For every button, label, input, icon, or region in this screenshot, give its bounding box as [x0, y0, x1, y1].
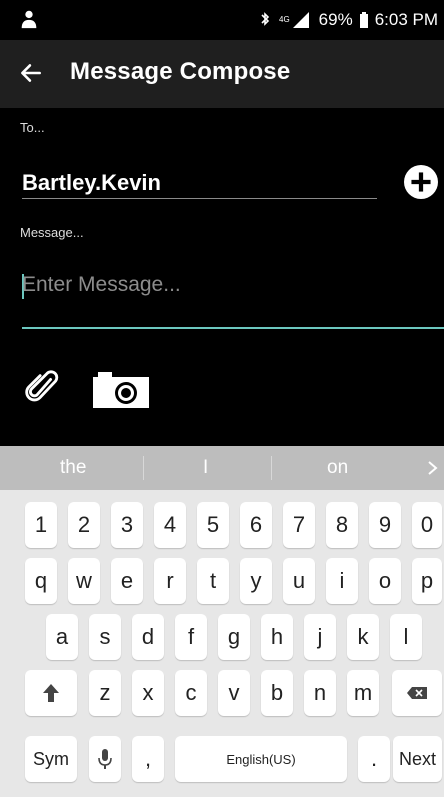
suggestion-1[interactable]: the [60, 457, 86, 479]
battery-icon [359, 12, 368, 28]
key-t[interactable]: t [197, 558, 229, 604]
key-7[interactable]: 7 [283, 502, 315, 548]
message-label: Message... [20, 225, 84, 240]
key-y[interactable]: y [240, 558, 272, 604]
key-l[interactable]: l [390, 614, 422, 660]
suggestion-2[interactable]: I [203, 457, 208, 479]
key-i[interactable]: i [326, 558, 358, 604]
key-h[interactable]: h [261, 614, 293, 660]
battery-percent: 69% [318, 10, 353, 29]
key-d[interactable]: d [132, 614, 164, 660]
key-q[interactable]: q [25, 558, 57, 604]
key-k[interactable]: k [347, 614, 379, 660]
key-4[interactable]: 4 [154, 502, 186, 548]
suggestion-3[interactable]: on [327, 457, 348, 479]
key-f[interactable]: f [175, 614, 207, 660]
key-8[interactable]: 8 [326, 502, 358, 548]
compose-form: To... Bartley.Kevin Message... Enter Mes… [0, 108, 444, 446]
key-r[interactable]: r [154, 558, 186, 604]
shift-key[interactable] [25, 670, 77, 716]
svg-text:4G: 4G [279, 15, 290, 24]
key-b[interactable]: b [261, 670, 293, 716]
status-right: 4G 69% 6:03 PM [257, 10, 438, 30]
divider [143, 456, 144, 480]
key-1[interactable]: 1 [25, 502, 57, 548]
backspace-icon [407, 687, 427, 699]
comma-key[interactable]: , [132, 736, 164, 782]
camera-icon[interactable] [92, 369, 150, 409]
plus-circle-icon[interactable] [404, 165, 438, 199]
key-z[interactable]: z [89, 670, 121, 716]
period-key[interactable]: . [358, 736, 390, 782]
key-9[interactable]: 9 [369, 502, 401, 548]
backspace-key[interactable] [392, 670, 442, 716]
key-6[interactable]: 6 [240, 502, 272, 548]
next-key[interactable]: Next [393, 736, 442, 782]
status-time: 6:03 PM [374, 10, 438, 29]
signal-icon: 4G [279, 12, 309, 28]
sym-key[interactable]: Sym [25, 736, 77, 782]
key-j[interactable]: j [304, 614, 336, 660]
keyboard: the I on 1 2 3 4 5 6 7 8 9 0 q w e r t y… [0, 446, 444, 797]
key-n[interactable]: n [304, 670, 336, 716]
key-p[interactable]: p [412, 558, 442, 604]
app-bar: Message Compose [0, 40, 444, 108]
bluetooth-icon [261, 12, 269, 26]
arrow-up-icon [43, 684, 59, 702]
status-bar: 4G 69% 6:03 PM [0, 0, 444, 40]
key-s[interactable]: s [89, 614, 121, 660]
arrow-left-icon[interactable] [18, 60, 44, 86]
key-x[interactable]: x [132, 670, 164, 716]
to-field[interactable]: Bartley.Kevin [22, 163, 377, 199]
key-v[interactable]: v [218, 670, 250, 716]
key-g[interactable]: g [218, 614, 250, 660]
key-a[interactable]: a [46, 614, 78, 660]
key-3[interactable]: 3 [111, 502, 143, 548]
message-field[interactable]: Enter Message... [22, 265, 444, 329]
key-2[interactable]: 2 [68, 502, 100, 548]
divider [271, 456, 272, 480]
key-5[interactable]: 5 [197, 502, 229, 548]
page-title: Message Compose [70, 58, 291, 85]
suggestion-bar: the I on [0, 446, 444, 490]
space-key[interactable]: English(US) [175, 736, 347, 782]
to-field-value: Bartley.Kevin [22, 170, 161, 195]
to-label: To... [20, 120, 45, 135]
paperclip-icon[interactable] [24, 368, 62, 406]
key-m[interactable]: m [347, 670, 379, 716]
message-placeholder: Enter Message... [22, 273, 181, 296]
key-u[interactable]: u [283, 558, 315, 604]
key-0[interactable]: 0 [412, 502, 442, 548]
key-o[interactable]: o [369, 558, 401, 604]
key-c[interactable]: c [175, 670, 207, 716]
voice-key[interactable] [89, 736, 121, 782]
key-w[interactable]: w [68, 558, 100, 604]
key-e[interactable]: e [111, 558, 143, 604]
person-icon [21, 10, 37, 29]
chevron-right-icon[interactable] [426, 460, 438, 476]
microphone-icon [98, 749, 112, 769]
